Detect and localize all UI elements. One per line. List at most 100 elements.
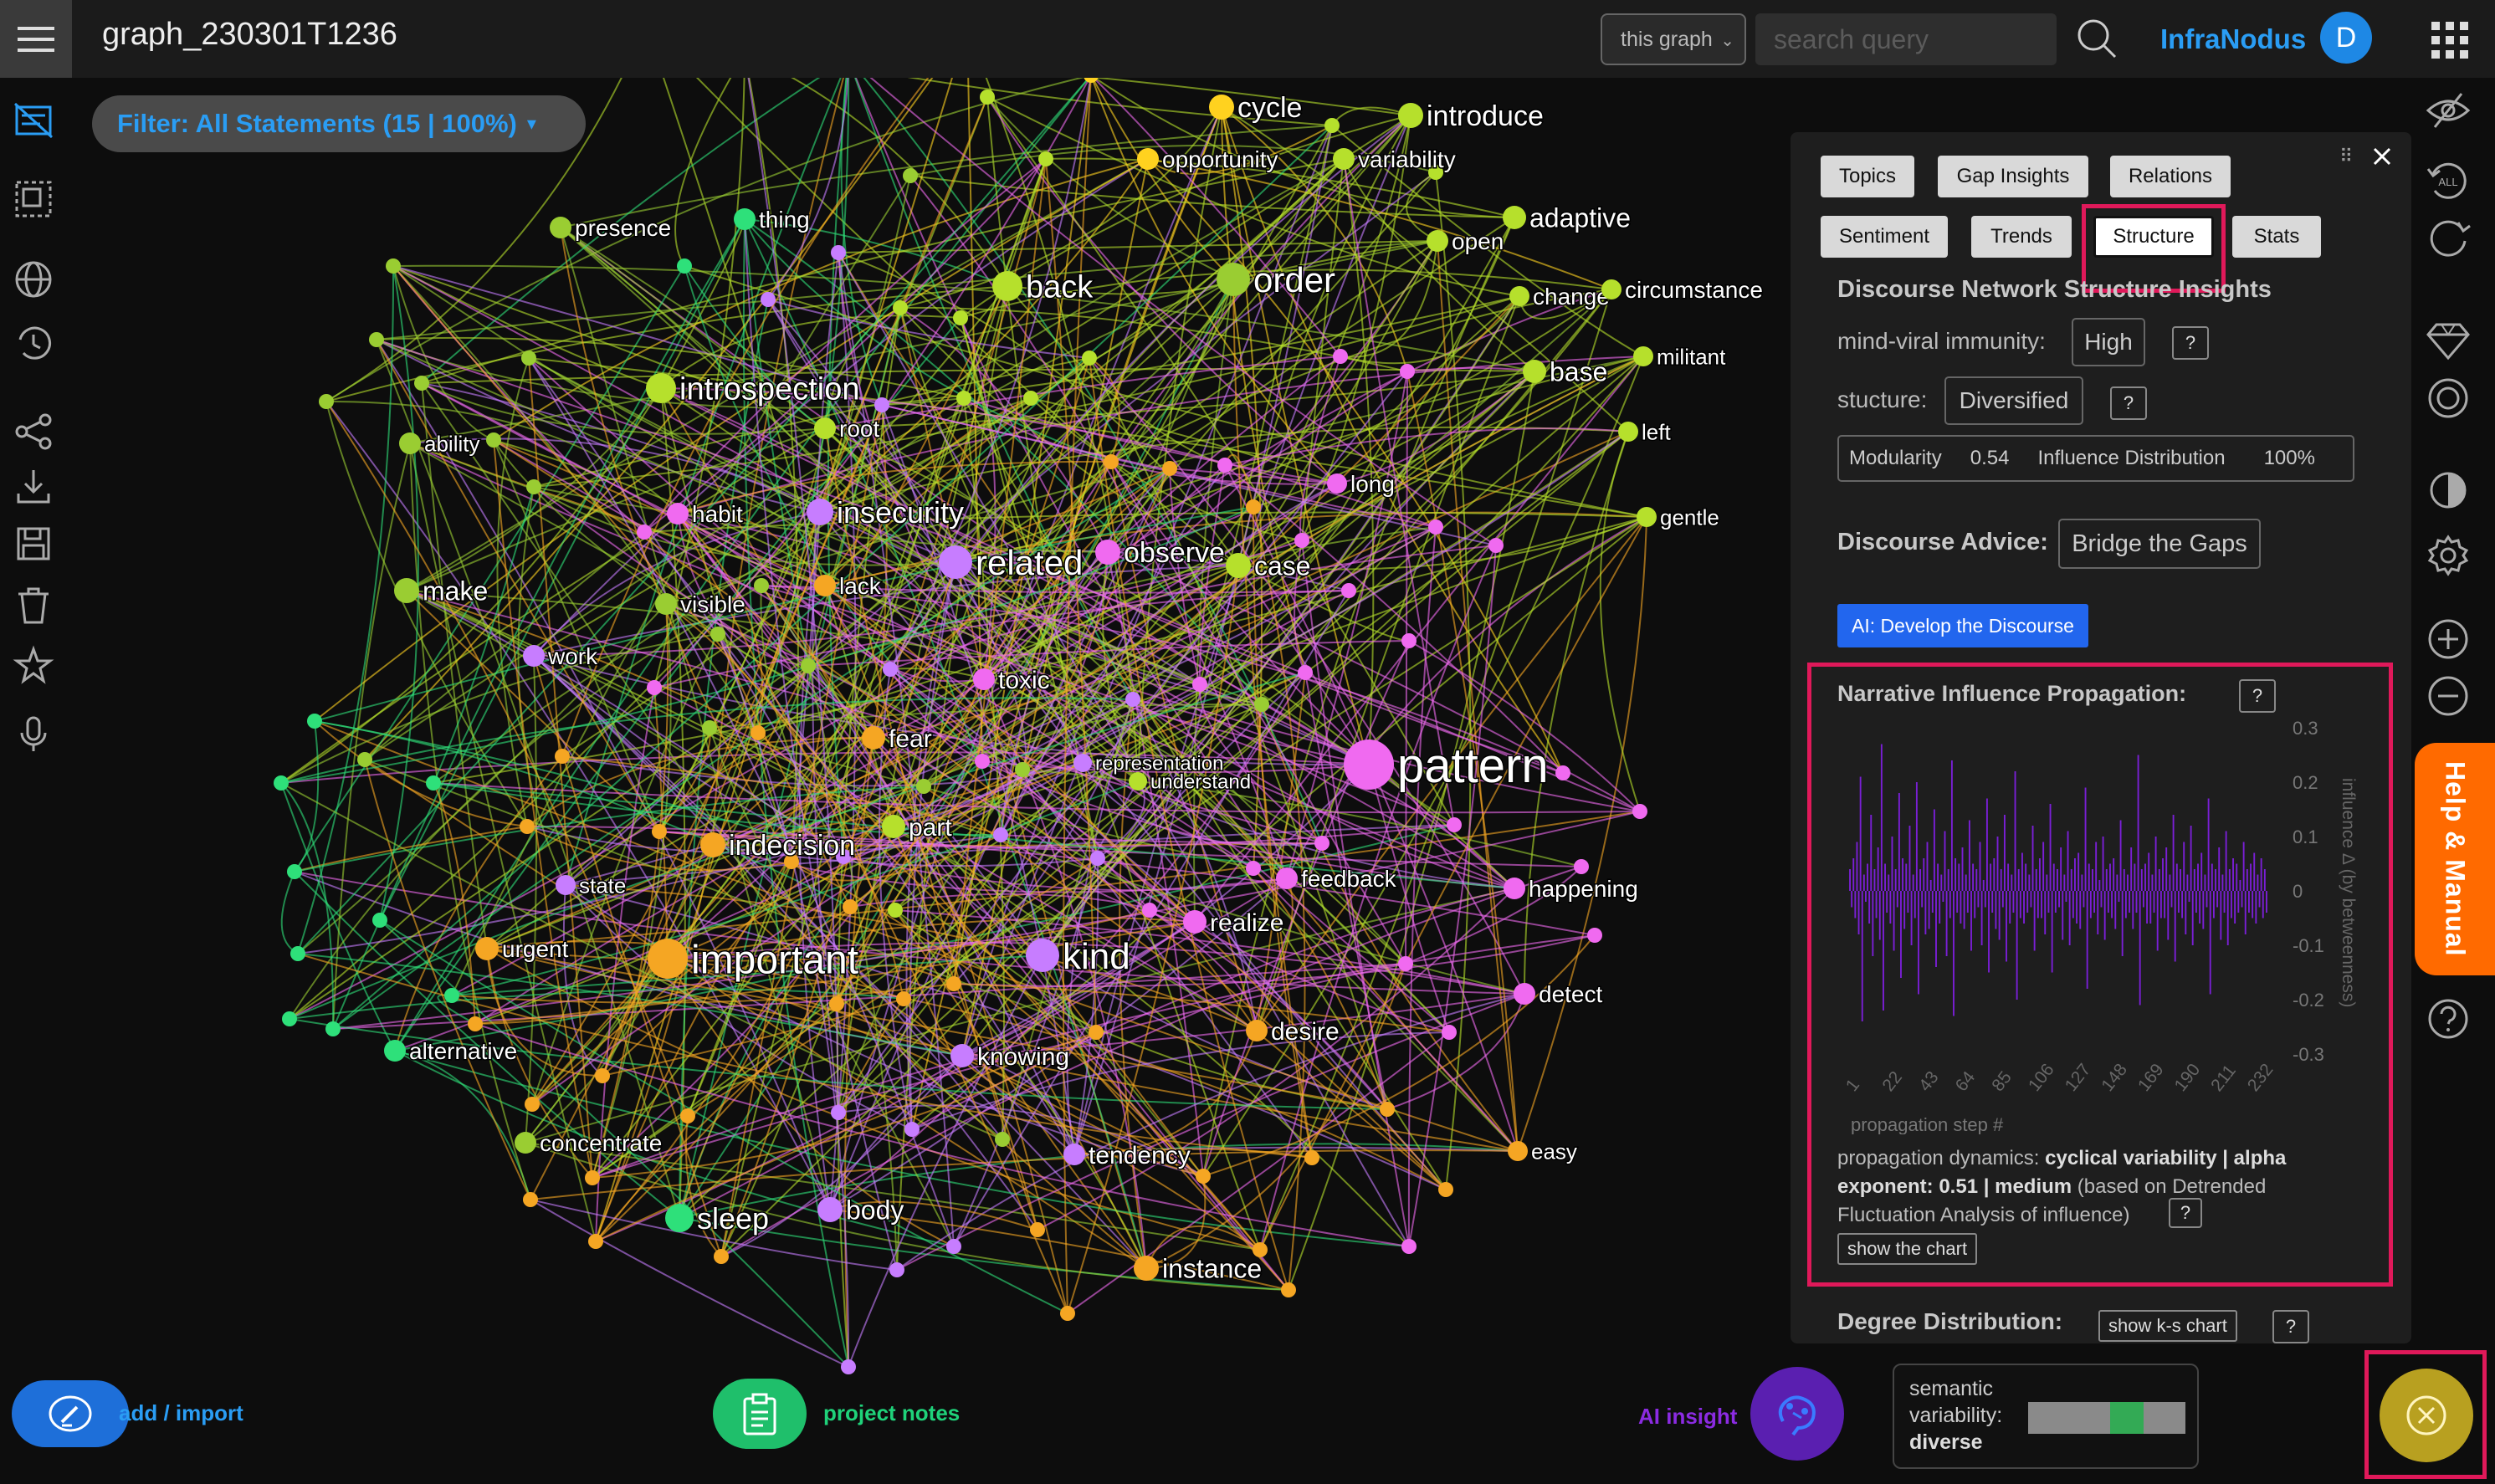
zoom-in-icon[interactable]: [2425, 616, 2472, 663]
graph-node[interactable]: [523, 1192, 538, 1207]
trash-icon[interactable]: [12, 584, 55, 627]
graph-node-representation[interactable]: [1073, 754, 1092, 772]
graph-node[interactable]: [995, 1132, 1010, 1147]
graph-node-part[interactable]: [882, 815, 905, 838]
graph-node-indecision[interactable]: [700, 832, 725, 857]
graph-node[interactable]: [1038, 151, 1053, 166]
graph-node-label[interactable]: cycle: [1237, 91, 1304, 125]
graph-node[interactable]: [1162, 461, 1177, 476]
graph-node[interactable]: [307, 714, 322, 729]
narrative-help-button[interactable]: ?: [2239, 679, 2276, 713]
drag-handle-icon[interactable]: ⠿: [2339, 146, 2353, 167]
graph-node[interactable]: [1298, 665, 1313, 680]
refresh-icon[interactable]: [2425, 214, 2472, 261]
project-notes-button[interactable]: [713, 1379, 807, 1449]
graph-node[interactable]: [372, 913, 387, 928]
ks-chart-button[interactable]: show k-s chart: [2098, 1310, 2237, 1342]
close-circle-button[interactable]: [2380, 1369, 2473, 1462]
graph-node[interactable]: [956, 391, 971, 406]
graph-node[interactable]: [325, 1021, 341, 1036]
graph-node-desire[interactable]: [1246, 1020, 1268, 1041]
graph-node-label[interactable]: introspection: [679, 371, 861, 408]
graph-node-label[interactable]: habit: [691, 500, 745, 529]
graph-node[interactable]: [1060, 1306, 1075, 1321]
share-icon[interactable]: [12, 410, 55, 453]
graph-node[interactable]: [1015, 762, 1030, 777]
network-graph[interactable]: pattern important kind related order introspe…: [0, 78, 1791, 1484]
graph-node[interactable]: [1023, 391, 1038, 406]
search-icon[interactable]: [2075, 17, 2118, 64]
graph-node[interactable]: [1314, 836, 1329, 851]
graph-node-habit[interactable]: [667, 503, 689, 525]
graph-node-label[interactable]: knowing: [976, 1041, 1071, 1072]
graph-node-thing[interactable]: [734, 208, 756, 230]
graph-node[interactable]: [652, 824, 667, 839]
semantic-variability-widget[interactable]: semantic variability: diverse: [1893, 1364, 2199, 1469]
graph-node-understand[interactable]: [1129, 772, 1147, 791]
graph-node-label[interactable]: desire: [1270, 1016, 1341, 1046]
graph-node[interactable]: [751, 725, 766, 740]
ai-insight-label[interactable]: AI insight: [1638, 1404, 1737, 1430]
graph-node-detect[interactable]: [1514, 983, 1535, 1005]
graph-node-back[interactable]: [992, 271, 1022, 301]
graph-node[interactable]: [1400, 364, 1415, 379]
graph-node[interactable]: [647, 680, 662, 695]
graph-node-circumstance[interactable]: [1601, 279, 1621, 299]
graph-node[interactable]: [1196, 1169, 1211, 1184]
graph-node-important[interactable]: [648, 939, 688, 979]
graph-node-pattern[interactable]: [1344, 739, 1394, 790]
graph-node-opportunity[interactable]: [1137, 148, 1159, 170]
graph-node-order[interactable]: [1217, 263, 1250, 296]
graph-node-work[interactable]: [523, 645, 545, 667]
graph-node-label[interactable]: easy: [1530, 1138, 1579, 1165]
graph-node[interactable]: [319, 394, 334, 409]
graph-node[interactable]: [761, 292, 776, 307]
tab-trends[interactable]: Trends: [1971, 216, 2072, 258]
graph-node[interactable]: [1192, 677, 1207, 692]
tab-topics[interactable]: Topics: [1821, 156, 1914, 197]
graph-node-label[interactable]: order: [1253, 259, 1337, 301]
reload-all-icon[interactable]: ALL: [2425, 157, 2472, 204]
graph-node-label[interactable]: visible: [679, 591, 747, 619]
graph-node-change[interactable]: [1509, 286, 1529, 306]
add-import-label[interactable]: add / import: [119, 1400, 243, 1426]
graph-node[interactable]: [282, 1011, 297, 1026]
graph-node-label[interactable]: sleep: [696, 1200, 771, 1236]
graph-node[interactable]: [1217, 458, 1232, 473]
graph-node-sleep[interactable]: [665, 1204, 694, 1232]
graph-node-happening[interactable]: [1504, 878, 1525, 899]
degree-help-button[interactable]: ?: [2272, 1310, 2309, 1343]
graph-node[interactable]: [831, 245, 846, 260]
graph-node-label[interactable]: base: [1549, 356, 1609, 388]
graph-node[interactable]: [953, 310, 968, 325]
graph-node-label[interactable]: variability: [1357, 146, 1458, 174]
graph-node[interactable]: [1380, 1102, 1395, 1117]
apps-grid-icon[interactable]: [2431, 22, 2468, 63]
graph-node-label[interactable]: happening: [1528, 875, 1640, 903]
eye-focus-icon[interactable]: [2425, 87, 2472, 134]
gem-icon[interactable]: [2425, 316, 2472, 363]
graph-node-insecurity[interactable]: [807, 499, 833, 525]
graph-node-label[interactable]: observe: [1123, 536, 1227, 571]
search-scope-select[interactable]: this graph ⌄: [1601, 13, 1746, 65]
graph-node[interactable]: [1125, 692, 1140, 707]
graph-node[interactable]: [414, 376, 429, 391]
graph-node-label[interactable]: related: [975, 542, 1084, 584]
graph-node-kind[interactable]: [1026, 939, 1059, 972]
graph-node-label[interactable]: pattern: [1396, 737, 1550, 794]
graph-node[interactable]: [521, 351, 536, 366]
graph-node-label[interactable]: toxic: [997, 665, 1052, 695]
graph-node[interactable]: [1587, 928, 1602, 943]
add-import-button[interactable]: [12, 1380, 129, 1447]
graph-node-label[interactable]: open: [1451, 228, 1505, 256]
graph-node[interactable]: [290, 946, 305, 961]
graph-node[interactable]: [1442, 1025, 1457, 1040]
graph-node-urgent[interactable]: [475, 937, 499, 960]
graph-node[interactable]: [1324, 118, 1340, 133]
graph-node[interactable]: [1401, 633, 1417, 648]
graph-node-label[interactable]: work: [546, 642, 600, 671]
help-question-icon[interactable]: [2425, 995, 2472, 1042]
graph-node-long[interactable]: [1327, 473, 1347, 494]
graph-node[interactable]: [1333, 349, 1348, 364]
graph-node[interactable]: [585, 1170, 600, 1185]
